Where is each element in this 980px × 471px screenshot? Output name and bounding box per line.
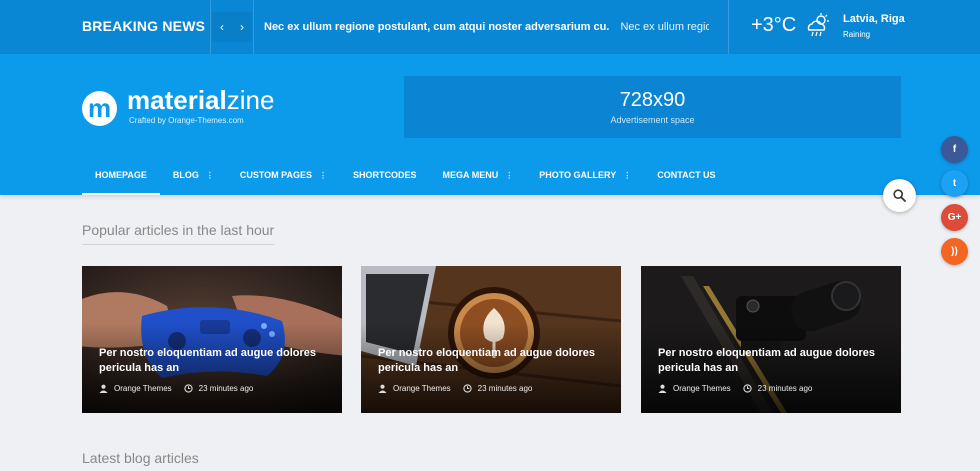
article-title[interactable]: Per nostro eloquentiam ad augue dolores … [658, 346, 886, 376]
divider [253, 0, 254, 54]
user-icon [378, 384, 387, 393]
menu-item-custom-pages[interactable]: CUSTOM PAGES ⋮ [227, 163, 340, 195]
menu-item-shortcodes[interactable]: SHORTCODES [340, 163, 430, 195]
twitter-icon[interactable]: t [941, 170, 968, 197]
breaking-news-bar: BREAKING NEWS ‹ › Nec ex ullum regione p… [0, 0, 980, 54]
section-title-latest: Latest blog articles [82, 450, 199, 466]
news-ticker-item[interactable]: Nec ex ullum regione postu... [620, 21, 709, 33]
weather-location: Latvia, Riga [843, 13, 905, 25]
menu-item-blog[interactable]: BLOG ⋮ [160, 163, 227, 195]
article-meta: Orange Themes 23 minutes ago [658, 384, 812, 393]
social-glyph: t [952, 178, 957, 189]
rss-icon[interactable]: )) [941, 238, 968, 265]
menu-item-homepage[interactable]: HOMEPAGE [82, 163, 160, 195]
ad-size: 728x90 [619, 89, 686, 111]
weather-condition: Raining [843, 30, 871, 39]
social-glyph: )) [951, 246, 958, 257]
article-author[interactable]: Orange Themes [114, 384, 172, 393]
article-time: 23 minutes ago [477, 384, 533, 393]
breaking-news-title: BREAKING NEWS [82, 18, 206, 34]
logo-bold-text: material [127, 85, 227, 115]
logo-tagline: Crafted by Orange-Themes.com [129, 116, 244, 125]
menu-item-label: PHOTO GALLERY [539, 170, 617, 180]
menu-item-label: BLOG [172, 170, 199, 180]
search-icon [893, 189, 906, 202]
cloud-rain-sun-icon [807, 13, 829, 37]
article-time: 23 minutes ago [757, 384, 813, 393]
search-button[interactable] [883, 179, 916, 212]
clock-icon [743, 384, 752, 393]
social-glyph: f [952, 144, 957, 155]
article-title[interactable]: Per nostro eloquentiam ad augue dolores … [378, 346, 606, 376]
article-author[interactable]: Orange Themes [393, 384, 451, 393]
dropdown-icon: ⋮ [205, 171, 214, 180]
article-meta: Orange Themes 23 minutes ago [99, 384, 253, 393]
article-card[interactable]: Per nostro eloquentiam ad augue dolores … [641, 266, 901, 413]
chevron-left-icon[interactable]: ‹ [212, 12, 232, 42]
news-ticker: Nec ex ullum regione postulant, cum atqu… [264, 21, 709, 33]
menu-item-mega-menu[interactable]: MEGA MENU ⋮ [430, 163, 527, 195]
article-time: 23 minutes ago [198, 384, 254, 393]
ad-label: Advertisement space [610, 115, 695, 125]
section-title-popular: Popular articles in the last hour [82, 222, 275, 245]
logo-light-text: zine [226, 85, 275, 115]
divider [728, 0, 729, 54]
menu-item-label: HOMEPAGE [95, 170, 147, 180]
google-plus-icon[interactable]: G+ [941, 204, 968, 231]
dropdown-icon: ⋮ [319, 171, 328, 180]
menu-item-label: SHORTCODES [353, 170, 417, 180]
news-ticker-item[interactable]: Nec ex ullum regione postulant, cum atqu… [264, 21, 609, 33]
article-card[interactable]: Per nostro eloquentiam ad augue dolores … [361, 266, 621, 413]
main-menu: HOMEPAGE BLOG ⋮ CUSTOM PAGES ⋮ SHORTCODES … [82, 163, 729, 195]
article-title[interactable]: Per nostro eloquentiam ad augue dolores … [99, 346, 327, 376]
article-meta: Orange Themes 23 minutes ago [378, 384, 532, 393]
dropdown-icon: ⋮ [505, 171, 514, 180]
divider [210, 0, 211, 54]
site-header: m materialzine Crafted by Orange-Themes.… [0, 54, 980, 195]
user-icon [658, 384, 667, 393]
menu-item-label: CONTACT US [657, 170, 716, 180]
facebook-icon[interactable]: f [941, 136, 968, 163]
social-glyph: G+ [947, 212, 962, 223]
user-icon [99, 384, 108, 393]
clock-icon [463, 384, 472, 393]
menu-item-label: CUSTOM PAGES [239, 170, 313, 180]
menu-item-photo-gallery[interactable]: PHOTO GALLERY ⋮ [526, 163, 644, 195]
dropdown-icon: ⋮ [623, 171, 632, 180]
logo-icon[interactable]: m [82, 91, 117, 126]
site-logo[interactable]: materialzine [127, 85, 274, 116]
article-card[interactable]: Per nostro eloquentiam ad augue dolores … [82, 266, 342, 413]
menu-item-contact-us[interactable]: CONTACT US [644, 163, 728, 195]
clock-icon [184, 384, 193, 393]
advertisement-banner[interactable]: 728x90 Advertisement space [404, 76, 901, 138]
article-author[interactable]: Orange Themes [673, 384, 731, 393]
chevron-right-icon[interactable]: › [232, 12, 252, 42]
menu-item-label: MEGA MENU [442, 170, 499, 180]
temperature: +3°C [751, 14, 797, 36]
